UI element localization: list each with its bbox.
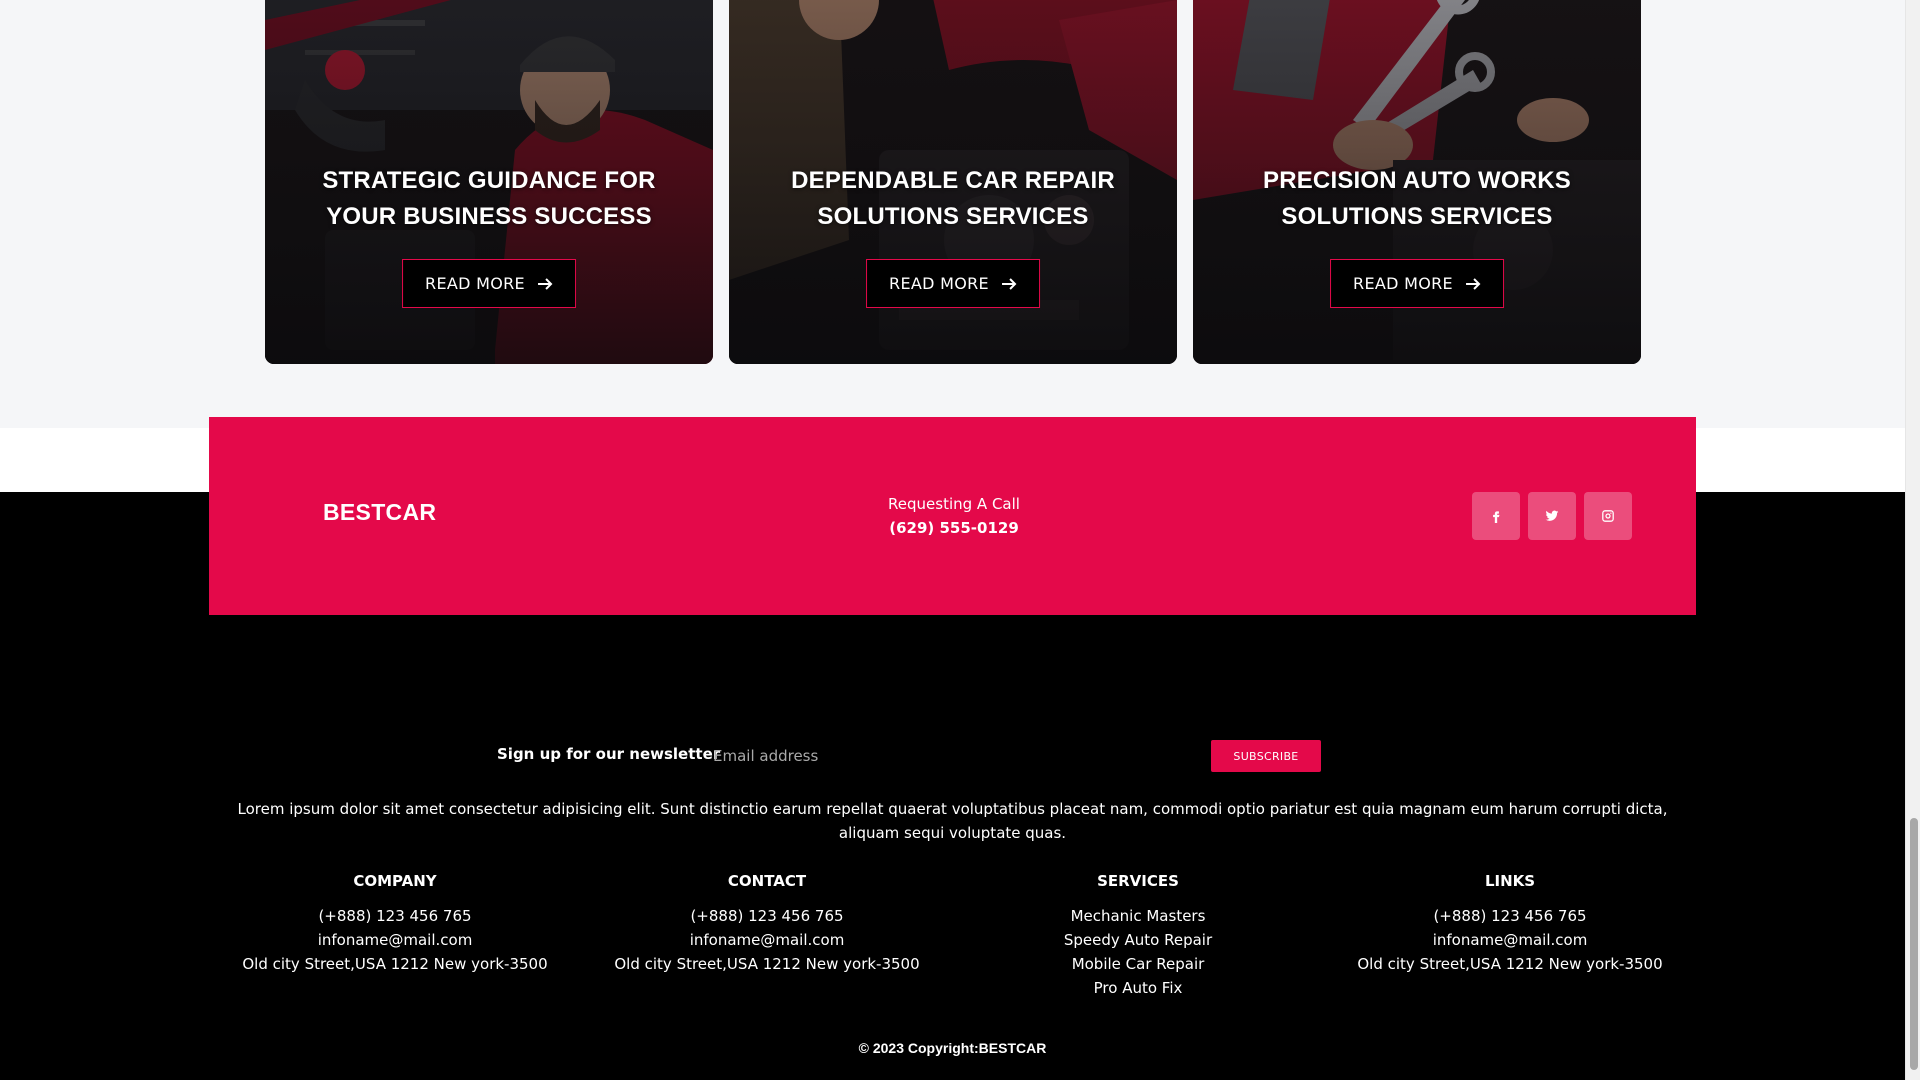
social-links — [1472, 492, 1632, 540]
scrollbar-thumb[interactable] — [1910, 818, 1918, 1070]
arrow-right-icon — [1465, 277, 1481, 290]
company-email[interactable]: infoname@mail.com — [209, 928, 581, 952]
service-card: Precision Auto Works Solutions Services … — [1193, 0, 1641, 364]
request-call-phone[interactable]: (629) 555-0129 — [863, 516, 1045, 540]
footer-columns: COMPANY (+888) 123 456 765 infoname@mail… — [209, 870, 1696, 1010]
newsletter-signup: Sign up for our newsletter SUBSCRIBE — [497, 740, 1321, 772]
read-more-label: READ MORE — [425, 274, 525, 293]
contact-address: Old city Street,USA 1212 New york-3500 — [614, 955, 920, 973]
service-link[interactable]: Mobile Car Repair — [952, 952, 1324, 976]
card-title: Precision Auto Works Solutions Services — [1262, 167, 1572, 230]
read-more-label: READ MORE — [1353, 274, 1453, 293]
newsletter-email-input[interactable] — [713, 740, 1093, 772]
instagram-link[interactable] — [1584, 492, 1632, 540]
read-more-button[interactable]: READ MORE — [866, 259, 1040, 308]
arrow-right-icon — [537, 277, 553, 290]
newsletter-label: Sign up for our newsletter — [497, 745, 721, 763]
twitter-icon — [1545, 510, 1559, 521]
footer-column-heading: CONTACT — [727, 872, 807, 890]
footer-column-links: LINKS (+888) 123 456 765 infoname@mail.c… — [1324, 870, 1696, 976]
footer-description: Lorem ipsum dolor sit amet consectetur a… — [237, 800, 1668, 842]
footer-column-heading: LINKS — [1484, 872, 1536, 890]
request-call: Requesting A Call (629) 555-0129 — [863, 492, 1045, 540]
arrow-right-icon — [1001, 277, 1017, 290]
facebook-link[interactable] — [1472, 492, 1520, 540]
service-card: Dependable Car Repair Solutions Services… — [729, 0, 1177, 364]
links-address: Old city Street,USA 1212 New york-3500 — [1357, 955, 1663, 973]
footer-column-heading: COMPANY — [353, 872, 437, 890]
facebook-icon — [1493, 511, 1500, 523]
call-to-action-banner: BESTCAR Requesting A Call (629) 555-0129 — [209, 417, 1696, 615]
service-cards: Strategic Guidance For Your Business Suc… — [265, 0, 1642, 364]
contact-email[interactable]: infoname@mail.com — [581, 928, 953, 952]
company-phone[interactable]: (+888) 123 456 765 — [209, 904, 581, 928]
footer-column-contact: CONTACT (+888) 123 456 765 infoname@mail… — [581, 870, 953, 976]
footer-column-company: COMPANY (+888) 123 456 765 infoname@mail… — [209, 870, 581, 976]
twitter-link[interactable] — [1528, 492, 1576, 540]
read-more-label: READ MORE — [889, 274, 989, 293]
service-link[interactable]: Mechanic Masters — [952, 904, 1324, 928]
service-link[interactable]: Pro Auto Fix — [952, 976, 1324, 1000]
request-call-label: Requesting A Call — [888, 495, 1020, 513]
copyright: © 2023 Copyright:BESTCAR — [858, 1040, 1047, 1056]
card-title: Dependable Car Repair Solutions Services — [791, 167, 1115, 230]
links-phone[interactable]: (+888) 123 456 765 — [1324, 904, 1696, 928]
contact-phone[interactable]: (+888) 123 456 765 — [581, 904, 953, 928]
footer-column-services: SERVICES Mechanic Masters Speedy Auto Re… — [952, 870, 1324, 1000]
card-title: Strategic Guidance For Your Business Suc… — [322, 167, 656, 230]
subscribe-button[interactable]: SUBSCRIBE — [1211, 740, 1321, 772]
page-scrollbar[interactable] — [1905, 0, 1920, 1080]
read-more-button[interactable]: READ MORE — [402, 259, 576, 308]
footer-column-heading: SERVICES — [1097, 872, 1179, 890]
read-more-button[interactable]: READ MORE — [1330, 259, 1504, 308]
company-address: Old city Street,USA 1212 New york-3500 — [242, 955, 548, 973]
service-link[interactable]: Speedy Auto Repair — [952, 928, 1324, 952]
instagram-icon — [1602, 510, 1614, 522]
service-card: Strategic Guidance For Your Business Suc… — [265, 0, 713, 364]
brand-logo[interactable]: BESTCAR — [323, 499, 436, 526]
links-email[interactable]: infoname@mail.com — [1324, 928, 1696, 952]
